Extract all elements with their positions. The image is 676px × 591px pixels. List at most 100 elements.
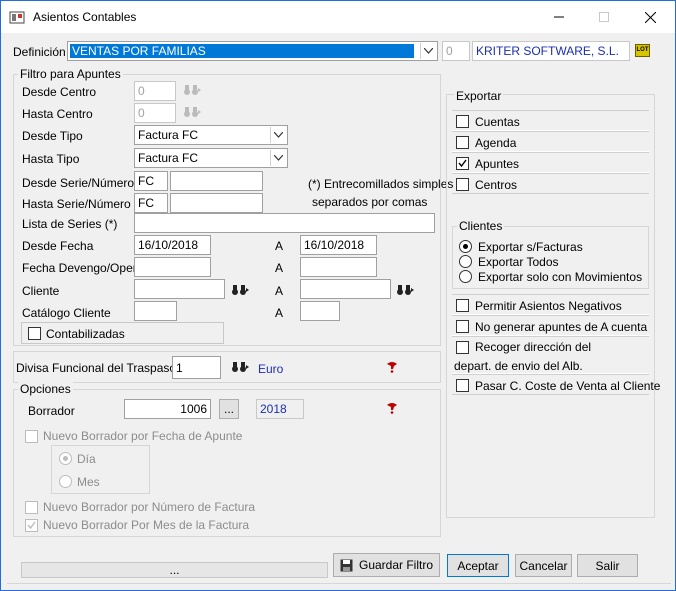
desde-tipo-value: Factura FC bbox=[138, 128, 199, 142]
help-icon[interactable] bbox=[385, 402, 399, 414]
nuevo-fecha-checkbox[interactable] bbox=[25, 430, 38, 443]
nuevo-mes-label: Nuevo Borrador Por Mes de la Factura bbox=[43, 518, 250, 532]
maximize-icon bbox=[599, 12, 609, 22]
lista-series-label: Lista de Series (*) bbox=[22, 217, 118, 231]
hasta-centro-input[interactable]: 0 bbox=[134, 103, 176, 123]
lot-icon[interactable]: LOT bbox=[635, 44, 650, 57]
mes-label: Mes bbox=[77, 475, 100, 489]
borrador-input[interactable]: 1006 bbox=[124, 399, 211, 419]
recoger-direccion-row[interactable]: Recoger dirección del depart. de envio d… bbox=[452, 336, 649, 374]
hasta-devengo-input[interactable] bbox=[300, 257, 377, 277]
hasta-tipo-value: Factura FC bbox=[138, 151, 199, 165]
desde-tipo-select[interactable]: Factura FC bbox=[134, 125, 288, 145]
exportar-item[interactable]: Cuentas bbox=[452, 110, 649, 131]
definicion-value: VENTAS POR FAMILIAS bbox=[70, 44, 414, 58]
cuentas-checkbox[interactable] bbox=[456, 115, 469, 128]
apuntes-checkbox[interactable] bbox=[456, 157, 469, 170]
divisa-label: Divisa Funcional del Traspaso bbox=[16, 361, 177, 375]
salir-button[interactable]: Salir bbox=[577, 554, 638, 577]
help-icon[interactable] bbox=[385, 361, 399, 373]
borrador-label: Borrador bbox=[28, 404, 75, 418]
divisa-input[interactable]: 1 bbox=[172, 356, 221, 379]
desde-tipo-label: Desde Tipo bbox=[22, 129, 83, 143]
recoger-direccion-checkbox[interactable] bbox=[456, 341, 469, 354]
guardar-filtro-label: Guardar Filtro bbox=[358, 558, 434, 572]
binoculars-icon[interactable] bbox=[231, 284, 249, 296]
pasar-coste-label: Pasar C. Coste de Venta al Cliente bbox=[475, 379, 661, 393]
devengo-a-label: A bbox=[275, 261, 284, 275]
permitir-negativos-row[interactable]: Permitir Asientos Negativos bbox=[452, 294, 649, 315]
hasta-catalogo-input[interactable] bbox=[300, 301, 340, 321]
check-icon bbox=[27, 521, 36, 530]
desde-fecha-input[interactable]: 16/10/2018 bbox=[134, 235, 211, 255]
pasar-coste-row[interactable]: Pasar C. Coste de Venta al Cliente bbox=[452, 374, 660, 395]
check-icon bbox=[458, 159, 467, 168]
divisa-name: Euro bbox=[258, 362, 284, 376]
exportar-item[interactable]: Agenda bbox=[452, 131, 649, 152]
save-icon bbox=[340, 559, 353, 571]
guardar-filtro-button[interactable]: Guardar Filtro bbox=[333, 553, 440, 577]
desde-centro-input[interactable]: 0 bbox=[134, 81, 176, 101]
no-generar-row[interactable]: No generar apuntes de A cuenta bbox=[452, 315, 649, 336]
close-button[interactable] bbox=[627, 1, 673, 33]
desde-centro-label: Desde Centro bbox=[22, 85, 97, 99]
definicion-label: Definición bbox=[13, 45, 66, 59]
desde-serie-input[interactable]: FC bbox=[134, 171, 168, 191]
no-generar-checkbox[interactable] bbox=[456, 320, 469, 333]
exportar-todos-radio[interactable] bbox=[459, 255, 472, 268]
series-note-line2: separados por comas bbox=[312, 195, 428, 209]
aceptar-button[interactable]: Aceptar bbox=[447, 554, 509, 577]
desde-tipo-dropdown-arrow[interactable] bbox=[270, 127, 286, 143]
nuevo-mes-checkbox[interactable] bbox=[25, 519, 38, 532]
catalogo-label: Catálogo Cliente bbox=[22, 306, 111, 320]
hasta-tipo-label: Hasta Tipo bbox=[22, 152, 80, 166]
centros-checkbox[interactable] bbox=[456, 178, 469, 191]
borrador-browse-button[interactable]: ... bbox=[219, 399, 239, 419]
exportar-movimientos-radio[interactable] bbox=[459, 270, 472, 283]
lista-series-input[interactable] bbox=[134, 213, 435, 233]
binoculars-icon[interactable] bbox=[183, 84, 201, 96]
hasta-numero-input[interactable] bbox=[170, 193, 263, 213]
desde-serie-label: Desde Serie/Número bbox=[22, 176, 135, 190]
permitir-negativos-checkbox[interactable] bbox=[456, 299, 469, 312]
fecha-a-label: A bbox=[275, 239, 284, 253]
exportar-item[interactable]: Centros bbox=[452, 173, 649, 194]
mes-radio[interactable] bbox=[59, 475, 72, 488]
cancelar-button[interactable]: Cancelar bbox=[515, 554, 572, 577]
dia-radio[interactable] bbox=[59, 452, 72, 465]
bottom-divider bbox=[7, 583, 671, 584]
agenda-checkbox[interactable] bbox=[456, 136, 469, 149]
desde-catalogo-input[interactable] bbox=[134, 301, 177, 321]
exportar-facturas-radio[interactable] bbox=[459, 240, 472, 253]
recoger-direccion-label-2: depart. de envio del Alb. bbox=[454, 359, 583, 373]
binoculars-icon[interactable] bbox=[396, 284, 414, 296]
cuentas-label: Cuentas bbox=[475, 115, 520, 129]
catalogo-a-label: A bbox=[275, 306, 284, 320]
minimize-button[interactable] bbox=[536, 1, 582, 33]
definicion-select[interactable]: VENTAS POR FAMILIAS bbox=[67, 41, 438, 61]
title-bar[interactable]: Asientos Contables bbox=[1, 1, 675, 33]
hasta-cliente-input[interactable] bbox=[300, 279, 391, 299]
desde-cliente-input[interactable] bbox=[134, 279, 225, 299]
status-bar: ... bbox=[21, 562, 328, 578]
hasta-tipo-dropdown-arrow[interactable] bbox=[270, 150, 286, 166]
pasar-coste-checkbox[interactable] bbox=[456, 379, 469, 392]
hasta-fecha-input[interactable]: 16/10/2018 bbox=[300, 235, 377, 255]
definicion-dropdown-arrow[interactable] bbox=[420, 43, 436, 59]
maximize-button[interactable] bbox=[581, 1, 627, 33]
window-title: Asientos Contables bbox=[33, 10, 137, 24]
clientes-title: Clientes bbox=[457, 219, 505, 233]
hasta-serie-input[interactable]: FC bbox=[134, 193, 168, 213]
exportar-item[interactable]: Apuntes bbox=[452, 152, 649, 173]
desde-numero-input[interactable] bbox=[170, 171, 263, 191]
apuntes-label: Apuntes bbox=[475, 157, 520, 171]
minimize-icon bbox=[554, 16, 564, 18]
desde-devengo-input[interactable] bbox=[134, 257, 211, 277]
hasta-tipo-select[interactable]: Factura FC bbox=[134, 148, 288, 168]
contabilizadas-checkbox[interactable] bbox=[28, 327, 41, 340]
hasta-serie-label: Hasta Serie/Número bbox=[22, 197, 131, 211]
nuevo-numero-checkbox[interactable] bbox=[25, 501, 38, 514]
fecha-devengo-label: Fecha Devengo/Opera bbox=[22, 261, 144, 275]
binoculars-icon[interactable] bbox=[183, 106, 201, 118]
binoculars-icon[interactable] bbox=[231, 361, 249, 373]
